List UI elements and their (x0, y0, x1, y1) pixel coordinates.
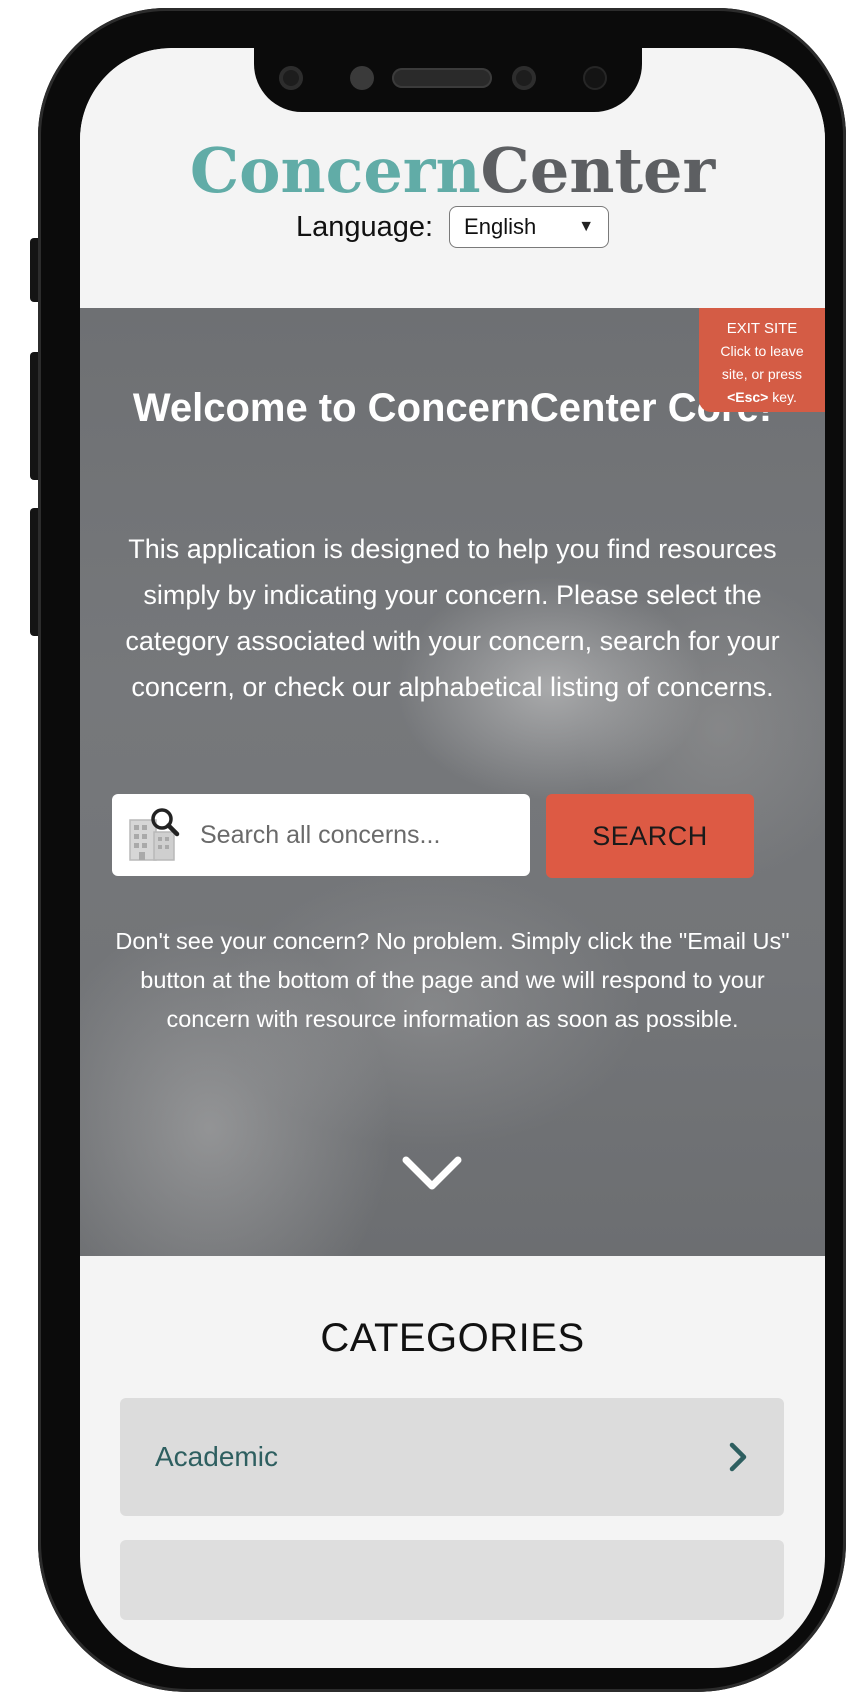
email-us-note: Don't see your concern? No problem. Simp… (115, 928, 790, 1032)
phone-screen: ConcernCenter Language: English ▼ Welcom… (80, 48, 825, 1668)
hero-title: Welcome to ConcernCenter Core! (132, 386, 773, 430)
category-label: Academic (155, 1441, 278, 1472)
logo-part-concern: Concern (189, 134, 481, 207)
search-box (112, 794, 530, 876)
exit-site-line-3: site, or press (721, 366, 803, 382)
search-button[interactable]: SEARCH (546, 794, 754, 878)
exit-site-key-suffix: key. (768, 389, 797, 405)
language-label: Language: (295, 210, 434, 243)
phone-notch (254, 48, 642, 112)
hero-section: Welcome to ConcernCenter Core! This appl… (80, 308, 825, 1256)
language-select[interactable]: English ▼ (449, 206, 610, 248)
category-item[interactable] (120, 1540, 784, 1620)
logo-part-center: Center (480, 134, 716, 207)
exit-site-title: EXIT SITE (726, 320, 798, 337)
sensor-icon (279, 66, 303, 90)
phone-frame: ConcernCenter Language: English ▼ Welcom… (38, 8, 846, 1692)
speaker-grille (392, 68, 492, 88)
chevron-down-icon[interactable] (402, 1154, 462, 1194)
language-row: Language: English ▼ (80, 206, 825, 248)
concerncenter-logo[interactable]: ConcernCenter (80, 134, 825, 207)
exit-site-line-2: Click to leave (720, 343, 804, 359)
exit-site-line-4: <Esc> key. (699, 386, 825, 409)
search-input[interactable] (200, 794, 520, 876)
building-search-icon (129, 808, 180, 861)
exit-site-button[interactable]: EXIT SITE Click to leave site, or press … (699, 308, 825, 412)
category-item-academic[interactable]: Academic (120, 1398, 784, 1516)
esc-key-label: <Esc> (727, 389, 769, 405)
camera-icon (512, 66, 536, 90)
hero-intro-text: This application is designed to help you… (125, 534, 780, 702)
caret-down-icon: ▼ (578, 218, 595, 235)
chevron-right-icon (729, 1442, 747, 1472)
categories-heading: CATEGORIES (320, 1316, 585, 1360)
sensor-icon (350, 66, 374, 90)
sensor-icon (583, 66, 607, 90)
language-selected-value: English (464, 214, 537, 239)
